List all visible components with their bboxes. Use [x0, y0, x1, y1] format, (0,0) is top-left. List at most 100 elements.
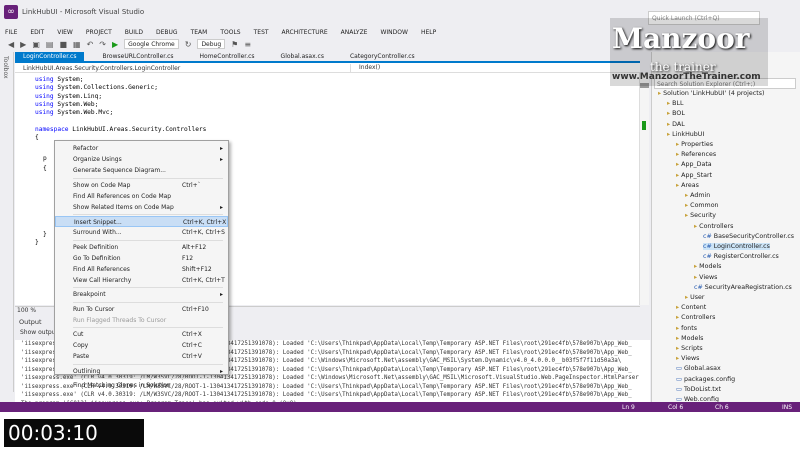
context-item-refactor[interactable]: Refactor ▸	[55, 143, 228, 154]
context-item-find-all-references-on-code-map[interactable]: Find All References on Code Map	[55, 191, 228, 202]
solution-item[interactable]: ▸ Controllers	[694, 223, 733, 230]
tab-global-asax-cs[interactable]: Global.asax.cs	[273, 52, 332, 61]
editor-scrollbar[interactable]	[639, 73, 649, 305]
context-item-paste[interactable]: Paste Ctrl+V	[55, 351, 228, 362]
solution-item[interactable]: c# SecurityAreaRegistration.cs	[694, 284, 792, 291]
solution-item[interactable]: c# LoginController.cs	[703, 243, 770, 250]
bookmark-icon[interactable]: ⚑	[231, 40, 238, 49]
context-item-label: View Call Hierarchy	[73, 277, 132, 285]
refresh-icon[interactable]: ↻	[185, 40, 192, 49]
solution-item[interactable]: ▸ Views	[676, 355, 699, 362]
menu-item-team[interactable]: TEAM	[191, 27, 213, 38]
menu-item-test[interactable]: TEST	[254, 27, 274, 38]
solution-item[interactable]: ▭ packages.config	[676, 376, 735, 383]
status-col: Col 6	[668, 404, 684, 411]
context-item-show-on-code-map[interactable]: Show on Code Map Ctrl+`	[55, 180, 228, 191]
menu-item-debug[interactable]: DEBUG	[156, 27, 183, 38]
solution-item[interactable]: c# BaseSecurityController.cs	[703, 233, 794, 240]
solution-item[interactable]: ▸ BOL	[667, 110, 685, 117]
class-dropdown[interactable]: LinkHubUI.Areas.Security.Controllers.Log…	[23, 65, 180, 72]
tab-homecontroller-cs[interactable]: HomeController.cs	[192, 52, 263, 61]
context-item-run-to-cursor[interactable]: Run To Cursor Ctrl+F10	[55, 304, 228, 315]
comment-icon[interactable]: ≡	[244, 40, 251, 49]
context-item-generate-sequence-diagram[interactable]: Generate Sequence Diagram...	[55, 165, 228, 176]
context-item-label: Go To Definition	[73, 254, 121, 262]
menu-item-project[interactable]: PROJECT	[86, 27, 117, 38]
solution-item[interactable]: ▸ Scripts	[676, 345, 703, 352]
start-icon[interactable]: ▶	[112, 40, 118, 49]
redo-icon[interactable]: ↷	[99, 40, 106, 49]
menu-item-view[interactable]: VIEW	[57, 27, 78, 38]
context-item-cut[interactable]: Cut Ctrl+X	[55, 329, 228, 340]
menu-item-tools[interactable]: TOOLS	[220, 27, 245, 38]
context-item-breakpoint[interactable]: Breakpoint ▸	[55, 289, 228, 300]
context-item-go-to-definition[interactable]: Go To Definition F12	[55, 253, 228, 264]
toolbar: ◀ ▶ ▣ ▤ ■ ▦ ↶ ↷ ▶ Google Chrome ↻ Debug …	[0, 38, 610, 50]
save-all-icon[interactable]: ▦	[73, 40, 81, 49]
toolbox-strip[interactable]	[0, 52, 14, 392]
solution-item[interactable]: ▸ DAL	[667, 121, 685, 128]
config-select[interactable]: Debug	[197, 39, 226, 49]
solution-item[interactable]: ▸ Controllers	[676, 314, 715, 321]
tab-categorycontroller-cs[interactable]: CategoryController.cs	[342, 52, 423, 61]
solution-item-label: User	[690, 294, 705, 301]
solution-item-label: Views	[699, 273, 718, 281]
solution-item[interactable]: ▸ fonts	[676, 325, 697, 332]
tab-browseurlcontroller-cs[interactable]: BrowseURLController.cs	[94, 52, 181, 61]
solution-item[interactable]: ▸ Views	[694, 274, 717, 281]
menu-separator	[73, 363, 223, 365]
toolbox-label[interactable]: Toolbox	[2, 56, 9, 79]
solution-item[interactable]: ▸ App_Start	[676, 172, 712, 179]
solution-item[interactable]: c# RegisterController.cs	[703, 253, 779, 260]
forward-icon[interactable]: ▶	[20, 40, 26, 49]
solution-item[interactable]: ▸ Security	[685, 212, 716, 219]
menu-item-build[interactable]: BUILD	[125, 27, 148, 38]
context-item-view-call-hierarchy[interactable]: View Call Hierarchy Ctrl+K, Ctrl+T	[55, 275, 228, 286]
context-item-find-matching-clones-in-solution[interactable]: Find Matching Clones in Solution	[55, 380, 228, 391]
solution-item[interactable]: ▸ App_Data	[676, 161, 712, 168]
solution-item[interactable]: ▸ Properties	[676, 141, 713, 148]
solution-item[interactable]: ▸ Admin	[685, 192, 710, 199]
solution-item[interactable]: ▸ Models	[694, 263, 721, 270]
context-item-label: Insert Snippet...	[74, 219, 122, 227]
solution-item[interactable]: ▸ Solution 'LinkHubUI' (4 projects)	[658, 90, 764, 97]
menu-item-file[interactable]: FILE	[5, 27, 22, 38]
solution-item[interactable]: ▭ Global.asax	[676, 365, 721, 372]
solution-item[interactable]: ▸ Content	[676, 304, 706, 311]
solution-item[interactable]: ▸ BLL	[667, 100, 684, 107]
solution-item[interactable]: ▸ Areas	[676, 182, 699, 189]
menu-item-analyze[interactable]: ANALYZE	[341, 27, 373, 38]
code-line: using System;	[35, 76, 83, 83]
open-icon[interactable]: ▤	[46, 40, 54, 49]
context-item-surround-with[interactable]: Surround With... Ctrl+K, Ctrl+S	[55, 227, 228, 238]
solution-item[interactable]: ▸ Common	[685, 202, 719, 209]
solution-item[interactable]: ▭ ToDoList.txt	[676, 386, 721, 393]
solution-item[interactable]: ▸ User	[685, 294, 705, 301]
solution-item[interactable]: ▸ Models	[676, 335, 703, 342]
context-item-find-all-references[interactable]: Find All References Shift+F12	[55, 264, 228, 275]
member-dropdown[interactable]: Index()	[350, 64, 600, 72]
context-item-copy[interactable]: Copy Ctrl+C	[55, 340, 228, 351]
context-item-shortcut: Ctrl+X	[182, 331, 202, 338]
menu-item-architecture[interactable]: ARCHITECTURE	[282, 27, 333, 38]
output-line: 'iisexpress.exe' (CLR v4.0.30319: /LM/W3…	[21, 392, 632, 398]
new-project-icon[interactable]: ▣	[32, 40, 40, 49]
context-item-peek-definition[interactable]: Peek Definition Alt+F12	[55, 242, 228, 253]
context-item-insert-snippet[interactable]: Insert Snippet... Ctrl+K, Ctrl+X	[55, 216, 228, 228]
back-icon[interactable]: ◀	[8, 40, 14, 49]
solution-item-label: Views	[681, 355, 700, 363]
context-item-show-related-items-on-code-map[interactable]: Show Related Items on Code Map ▸	[55, 202, 228, 213]
menu-item-window[interactable]: WINDOW	[380, 27, 412, 38]
save-icon[interactable]: ■	[59, 40, 67, 49]
solution-item[interactable]: ▸ LinkHubUI	[667, 131, 704, 138]
context-item-organize-usings[interactable]: Organize Usings ▸	[55, 154, 228, 165]
solution-item[interactable]: ▸ References	[676, 151, 716, 158]
context-item-outlining[interactable]: Outlining ▸	[55, 366, 228, 377]
submenu-arrow-icon: ▸	[219, 291, 223, 299]
undo-icon[interactable]: ↶	[87, 40, 94, 49]
tab-logincontroller-cs[interactable]: LoginController.cs	[15, 52, 85, 61]
menu-item-help[interactable]: HELP	[421, 27, 441, 38]
browser-select[interactable]: Google Chrome	[124, 39, 179, 49]
menu-item-edit[interactable]: EDIT	[30, 27, 49, 38]
context-item-label: Refactor	[73, 145, 99, 152]
